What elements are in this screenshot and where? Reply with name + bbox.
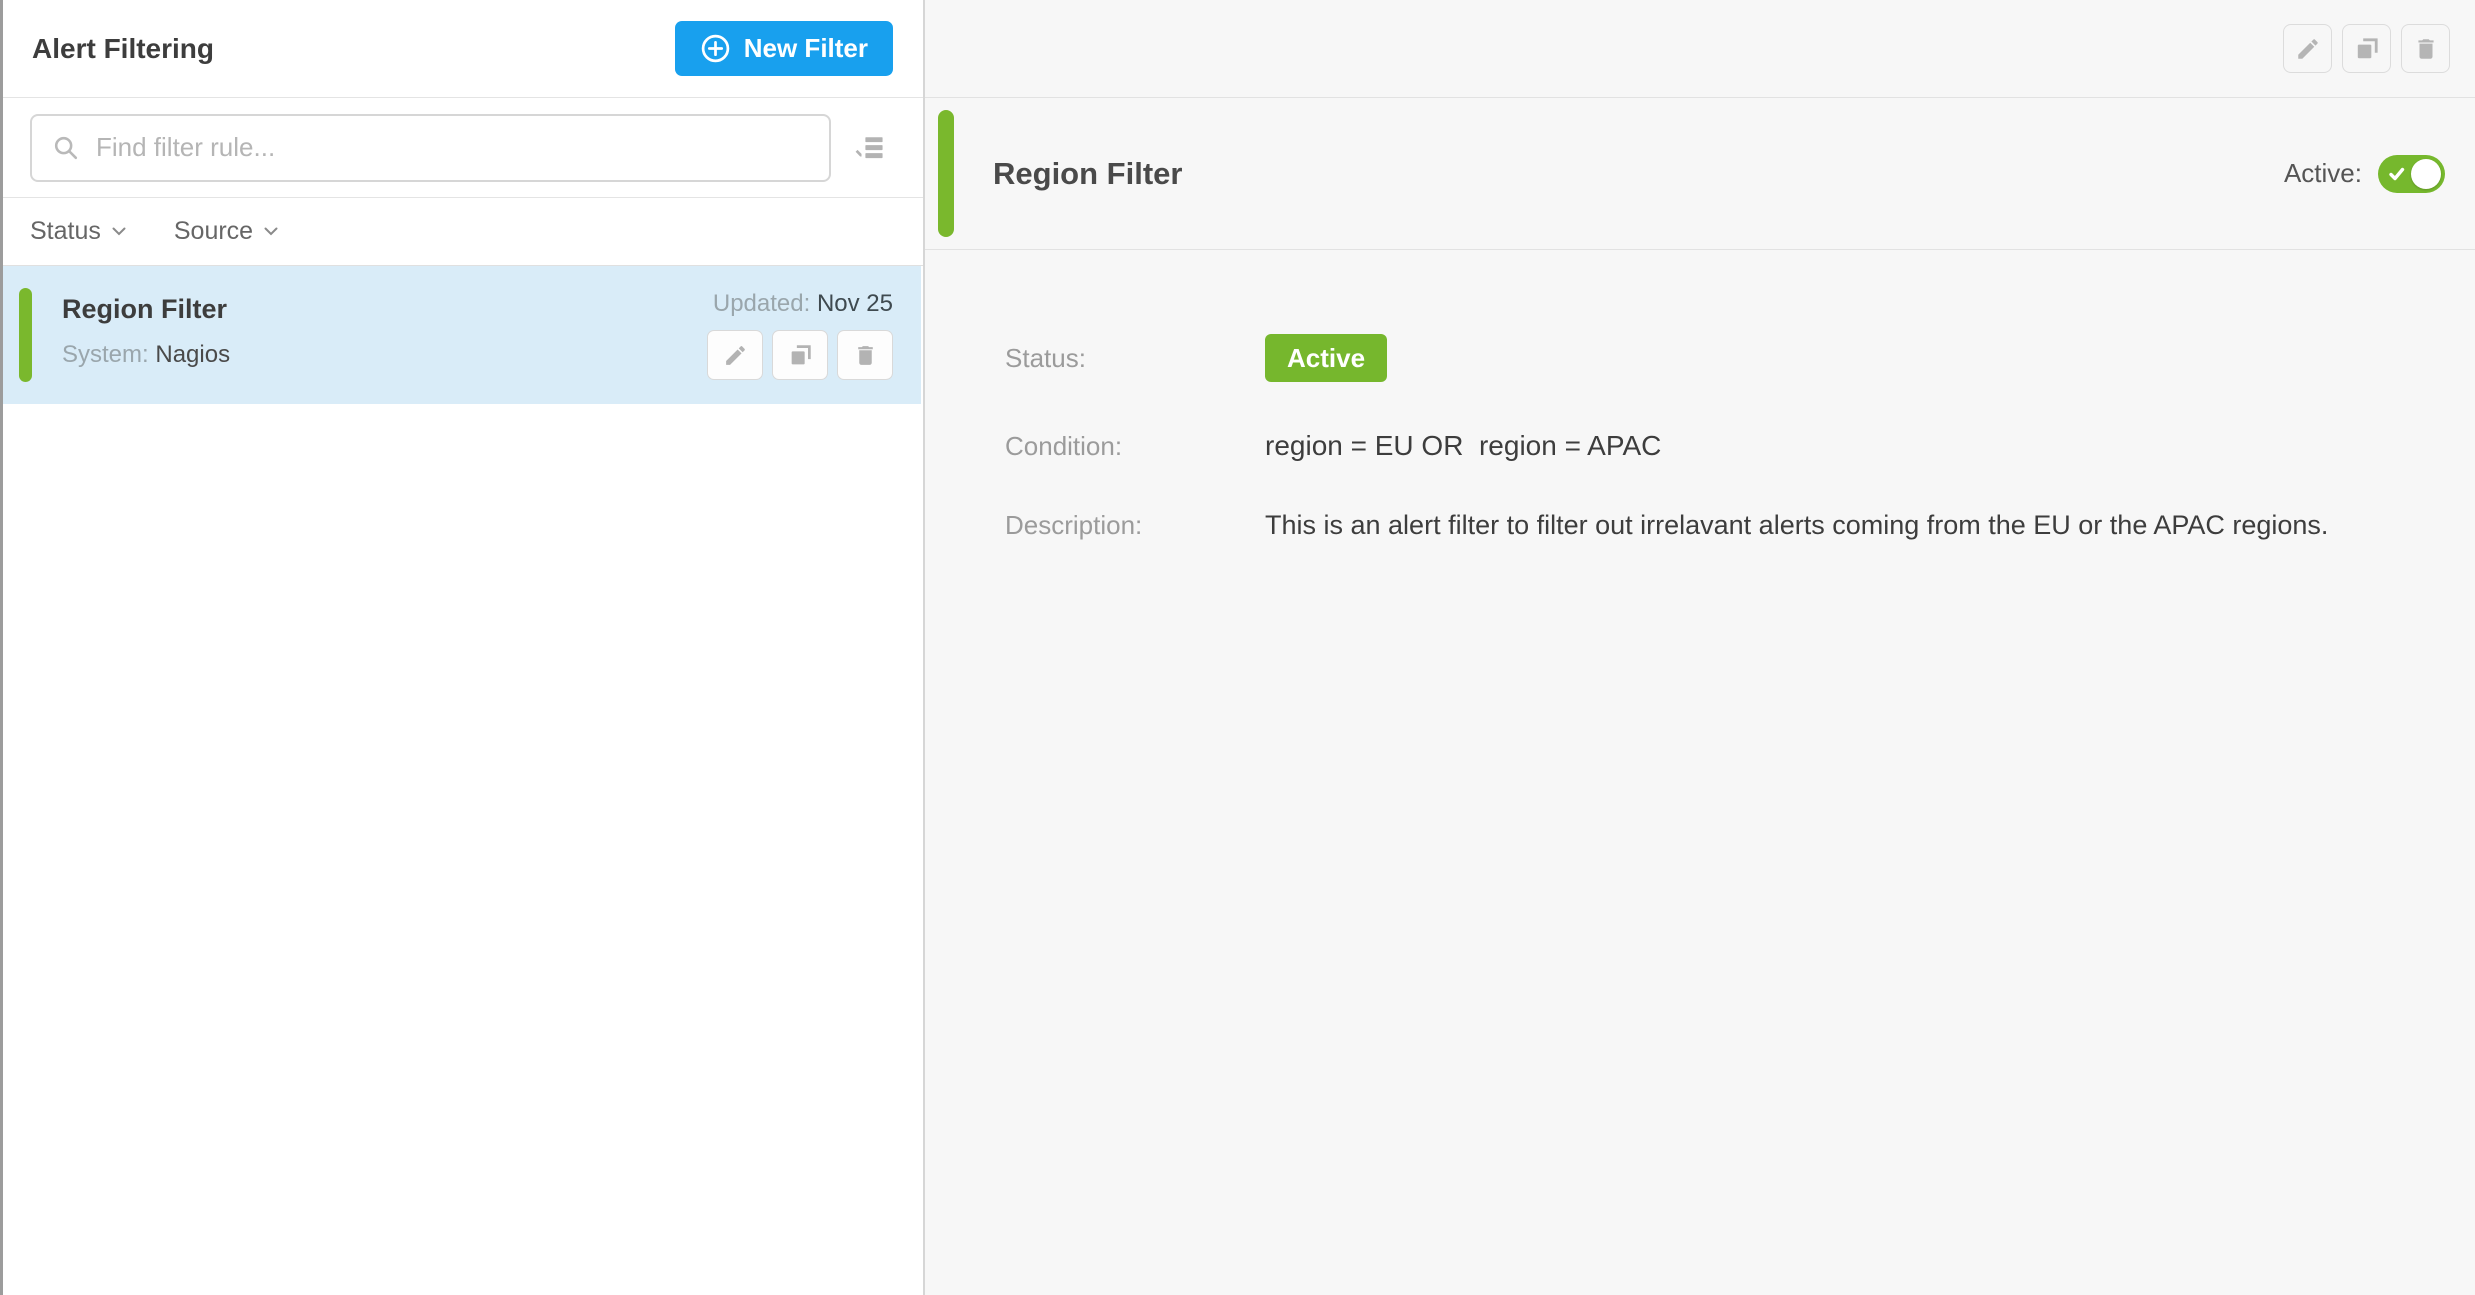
detail-delete-button[interactable] — [2401, 24, 2450, 73]
condition-field: Condition: region = EU OR region = APAC — [1005, 430, 2415, 462]
check-icon — [2387, 164, 2407, 184]
list-item-meta: Updated: Nov 25 — [707, 290, 905, 384]
active-indicator-bar — [938, 110, 954, 237]
page-title: Alert Filtering — [32, 33, 214, 65]
status-badge: Active — [1265, 334, 1387, 382]
trash-icon — [853, 343, 878, 368]
new-filter-button[interactable]: New Filter — [675, 21, 893, 76]
chevron-down-icon — [112, 227, 126, 236]
active-indicator-bar — [19, 288, 32, 382]
item-delete-button[interactable] — [837, 330, 893, 380]
list-filter-bar: Status Source — [0, 198, 923, 266]
active-label: Active: — [2284, 158, 2362, 189]
filter-list-panel: Alert Filtering New Filter — [0, 0, 925, 1295]
list-item-main: Region Filter System: Nagios — [62, 290, 230, 384]
chevron-down-icon — [264, 227, 278, 236]
detail-toolbar — [925, 0, 2475, 98]
list-item-region-filter[interactable]: Region Filter System: Nagios Updated: No… — [0, 266, 921, 404]
description-field: Description: This is an alert filter to … — [1005, 510, 2415, 541]
toggle-knob — [2411, 159, 2441, 189]
status-filter-dropdown[interactable]: Status — [30, 217, 126, 246]
pencil-icon — [723, 343, 748, 368]
filter-name: Region Filter — [62, 294, 230, 325]
condition-value: region = EU OR region = APAC — [1265, 430, 1661, 462]
copy-icon — [788, 343, 813, 368]
detail-title: Region Filter — [993, 156, 1182, 192]
updated-value: Nov 25 — [817, 290, 893, 317]
status-field-label: Status: — [1005, 343, 1265, 374]
search-box[interactable] — [30, 114, 831, 182]
source-filter-dropdown[interactable]: Source — [174, 217, 278, 246]
left-panel-header: Alert Filtering New Filter — [0, 0, 923, 98]
detail-fields: Status: Active Condition: region = EU OR… — [925, 250, 2475, 541]
active-toggle[interactable] — [2378, 155, 2445, 193]
detail-duplicate-button[interactable] — [2342, 24, 2391, 73]
new-filter-label: New Filter — [744, 33, 868, 64]
detail-header: Region Filter Active: — [925, 98, 2475, 250]
sort-list-icon — [853, 131, 886, 164]
item-edit-button[interactable] — [707, 330, 763, 380]
active-toggle-group: Active: — [2284, 155, 2475, 193]
plus-circle-icon — [700, 33, 731, 64]
status-field: Status: Active — [1005, 334, 2415, 382]
item-actions — [707, 330, 893, 380]
status-filter-label: Status — [30, 217, 101, 246]
trash-icon — [2413, 36, 2439, 62]
description-value: This is an alert filter to filter out ir… — [1265, 510, 2328, 541]
copy-icon — [2354, 36, 2380, 62]
description-field-label: Description: — [1005, 510, 1265, 541]
detail-edit-button[interactable] — [2283, 24, 2332, 73]
pencil-icon — [2295, 36, 2321, 62]
condition-field-label: Condition: — [1005, 431, 1265, 462]
search-icon — [52, 134, 80, 162]
filter-detail-panel: Region Filter Active: Status: Active — [925, 0, 2475, 1295]
filter-rule-list: Region Filter System: Nagios Updated: No… — [0, 266, 923, 1295]
sort-button[interactable] — [843, 122, 895, 174]
item-duplicate-button[interactable] — [772, 330, 828, 380]
updated-label: Updated: — [713, 290, 810, 317]
system-value: Nagios — [155, 341, 230, 368]
system-label: System: — [62, 341, 149, 368]
alert-filtering-app: Alert Filtering New Filter — [0, 0, 2475, 1295]
filter-system: System: Nagios — [62, 341, 230, 369]
search-row — [0, 98, 923, 198]
source-filter-label: Source — [174, 217, 253, 246]
panel-left-edge — [0, 0, 3, 1295]
search-input[interactable] — [96, 132, 809, 163]
updated-timestamp: Updated: Nov 25 — [713, 290, 893, 318]
